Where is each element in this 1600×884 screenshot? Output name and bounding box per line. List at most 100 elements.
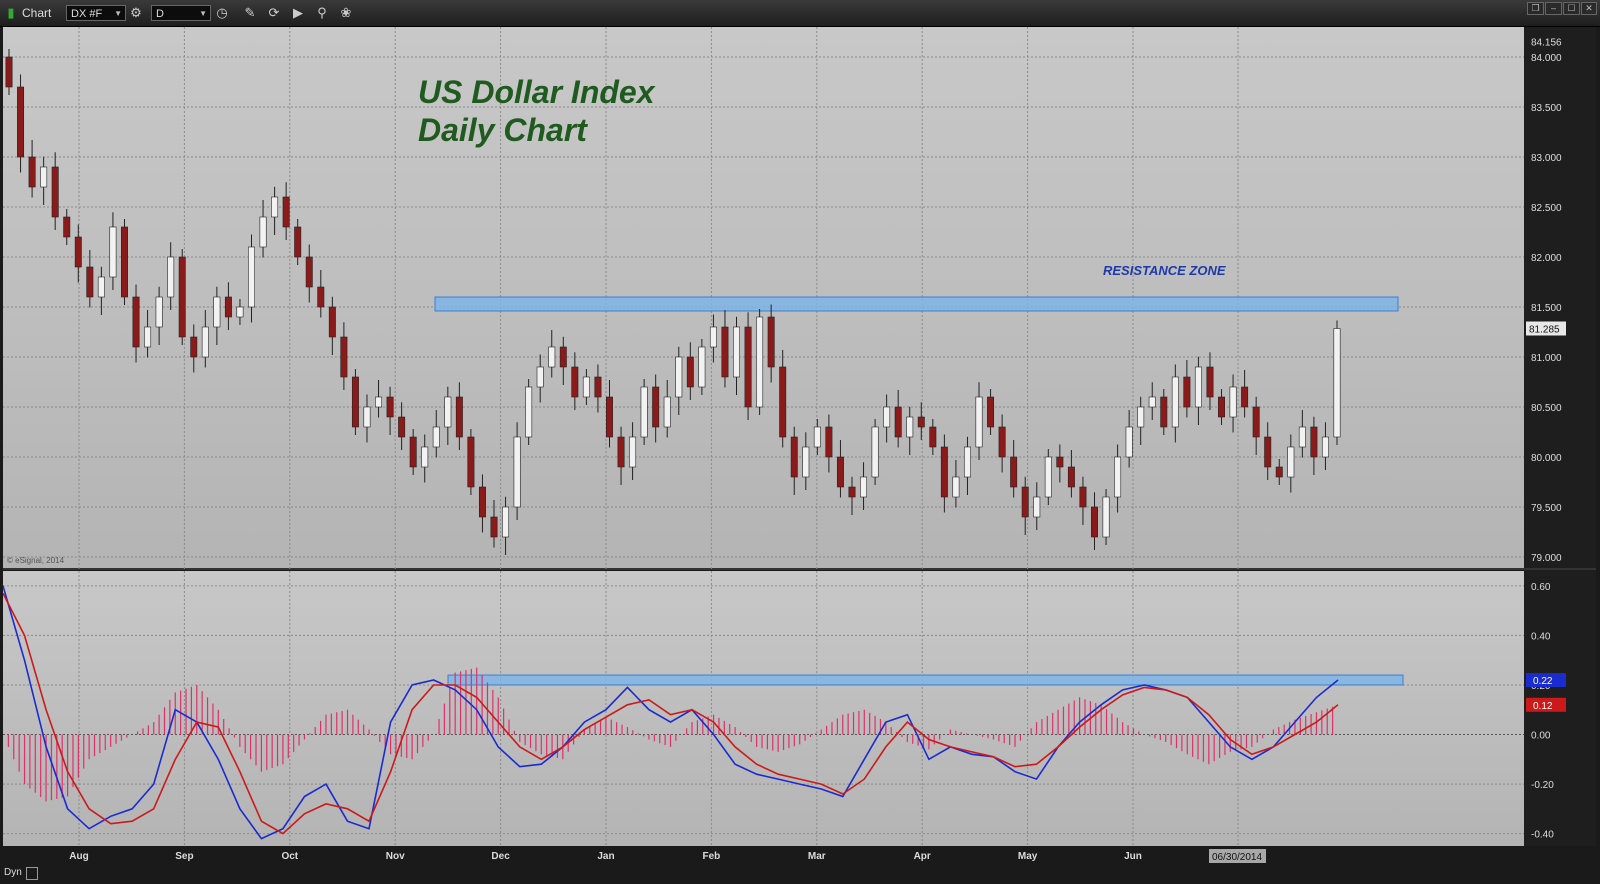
candle-body — [467, 436, 475, 488]
osc-red-label: 0.12 — [1533, 701, 1553, 712]
clock-icon[interactable]: ◷ — [214, 5, 230, 21]
chart-subtitle: Daily Chart — [418, 112, 588, 148]
maximize-icon[interactable]: ☐ — [1563, 2, 1580, 15]
y-tick-label: 79.000 — [1531, 553, 1562, 564]
status-bar: Dyn — [0, 866, 1600, 884]
candle-body — [548, 346, 556, 368]
candle-body — [1183, 376, 1191, 408]
candle-body — [906, 416, 914, 438]
y-tick-label: 83.500 — [1531, 103, 1562, 114]
candle-body — [409, 436, 417, 468]
candle-body — [629, 436, 637, 468]
candle-body — [40, 166, 48, 188]
candle-body — [1264, 436, 1272, 468]
candle-body — [224, 296, 232, 318]
candle-body — [305, 256, 313, 288]
candle-body — [1333, 328, 1341, 438]
candle-body — [952, 476, 960, 498]
candle-body — [444, 396, 452, 428]
candle-body — [121, 226, 128, 298]
y-tick-label: 84.000 — [1531, 53, 1562, 64]
candle-body — [328, 306, 336, 338]
candle-body — [74, 236, 82, 268]
restore-icon[interactable]: ❐ — [1527, 2, 1544, 15]
candle-body — [917, 416, 925, 428]
candle-body — [571, 366, 579, 398]
y-tick-label: 80.000 — [1531, 453, 1562, 464]
candle-body — [987, 396, 995, 428]
osc-y-tick-label: 0.40 — [1531, 631, 1551, 642]
magnifier-icon[interactable]: ⚲ — [314, 5, 330, 21]
candle-body — [386, 396, 394, 418]
candle-body — [779, 366, 787, 438]
x-tick-label: Jun — [1124, 851, 1142, 862]
candle-body — [721, 326, 729, 378]
candle-body — [282, 196, 290, 228]
symbol-value: DX #F — [71, 8, 103, 20]
refresh-icon[interactable]: ⟳ — [266, 5, 282, 21]
osc-blue-label: 0.22 — [1533, 676, 1553, 687]
candle-body — [559, 346, 567, 368]
symbol-select[interactable]: DX #F ▼ — [66, 5, 126, 21]
x-tick-label: Nov — [386, 851, 405, 862]
candle-body — [1194, 366, 1202, 408]
candle-body — [1229, 386, 1237, 418]
candle-body — [132, 296, 140, 348]
chart-frame: Aug Sep Oct Nov Dec Jan Feb Mar Apr May Jun 84.156… — [2, 27, 1596, 865]
x-tick-label: Jan — [597, 851, 614, 862]
date-label: 06/30/2014 — [1212, 852, 1262, 863]
candle-body — [455, 396, 463, 438]
minimize-icon[interactable]: – — [1545, 2, 1562, 15]
play-icon[interactable]: ▶ — [290, 5, 306, 21]
candle-body — [1160, 396, 1168, 428]
candle-body — [894, 406, 902, 438]
candle-body — [1148, 396, 1156, 408]
candle-body — [478, 486, 486, 518]
y-tick-label: 80.500 — [1531, 403, 1562, 414]
candle-body — [398, 416, 406, 438]
oscillator-panel-background — [3, 571, 1524, 846]
chart-canvas[interactable]: Aug Sep Oct Nov Dec Jan Feb Mar Apr May Jun 84.156… — [2, 27, 1596, 865]
candle-body — [640, 386, 648, 438]
candle-body — [201, 326, 209, 358]
candle-body — [271, 196, 279, 218]
oscillator-resistance-band — [447, 674, 1404, 686]
candle-body — [1102, 496, 1110, 538]
candle-body — [756, 316, 764, 408]
link-icon[interactable]: ❀ — [338, 5, 354, 21]
y-tick-label: 83.000 — [1531, 153, 1562, 164]
candle-body — [1287, 446, 1295, 478]
settings-icon[interactable]: ⚙ — [128, 5, 144, 21]
osc-y-tick-label: -0.20 — [1531, 780, 1554, 791]
candle-body — [363, 406, 371, 428]
candle-body — [294, 226, 302, 258]
candle-body — [1275, 466, 1283, 478]
candle-body — [1021, 486, 1029, 518]
time-axis-background — [3, 846, 1596, 865]
lock-icon[interactable] — [26, 867, 38, 880]
dyn-label: Dyn — [4, 867, 22, 878]
candle-body — [825, 426, 833, 458]
chevron-down-icon: ▼ — [114, 9, 122, 18]
candle-body — [998, 426, 1006, 458]
candle-body — [1298, 426, 1306, 448]
candle-body — [97, 276, 105, 298]
candle-body — [871, 426, 879, 478]
candle-body — [1206, 366, 1214, 398]
candle-body — [1321, 436, 1329, 458]
candle-body — [432, 426, 440, 448]
candle-body — [767, 316, 775, 368]
candle-body — [51, 166, 59, 218]
candle-body — [490, 516, 498, 538]
candle-body — [525, 386, 533, 438]
candle-body — [248, 246, 255, 308]
interval-select[interactable]: D ▼ — [151, 5, 211, 21]
x-tick-label: Feb — [703, 851, 721, 862]
candle-body — [594, 376, 602, 398]
close-icon[interactable]: ✕ — [1581, 2, 1597, 15]
pencil-icon[interactable]: ✎ — [242, 5, 258, 21]
chevron-down-icon: ▼ — [199, 9, 207, 18]
interval-value: D — [156, 8, 164, 20]
candle-body — [109, 226, 117, 278]
chart-title: US Dollar Index — [418, 74, 656, 110]
